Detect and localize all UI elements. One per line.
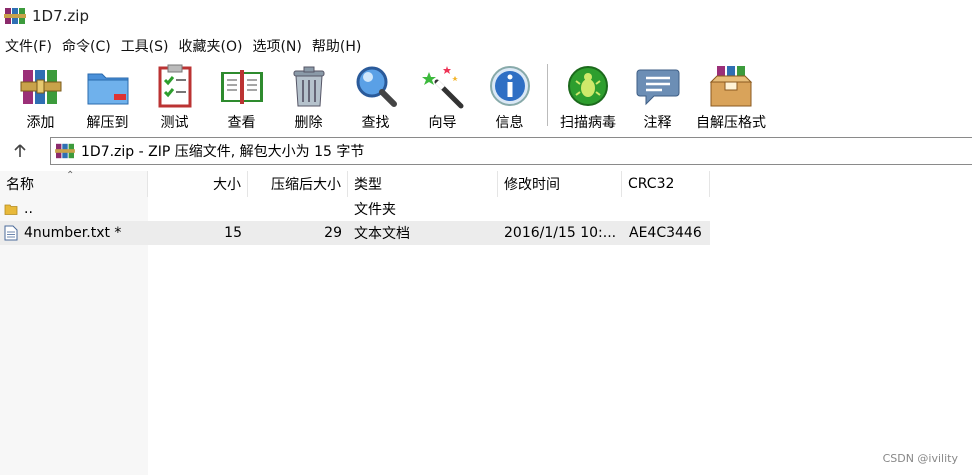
scan-virus-button[interactable]: 扫描病毒: [552, 58, 624, 134]
comment-button[interactable]: 注释: [624, 58, 691, 134]
column-header-modified-label: 修改时间: [504, 177, 560, 193]
sfx-button[interactable]: 自解压格式: [691, 58, 771, 134]
item-crc32: AE4C3446: [629, 225, 702, 241]
window-title: 1D7.zip: [32, 7, 89, 25]
folder-extract-icon: [87, 73, 128, 105]
item-packed-size: 29: [324, 225, 342, 241]
folder-icon: [4, 197, 18, 221]
wizard-label: 向导: [428, 115, 457, 131]
sfx-label: 自解压格式: [696, 115, 766, 131]
comment-label: 注释: [643, 115, 672, 131]
item-name: 4number.txt *: [24, 225, 122, 241]
find-label: 查找: [361, 115, 390, 131]
item-type: 文件夹: [354, 202, 396, 218]
toolbar-separator: [547, 64, 548, 126]
open-book-icon: [220, 70, 263, 104]
up-arrow-icon[interactable]: [0, 136, 40, 166]
menu-options[interactable]: 选项(N): [247, 36, 306, 56]
info-icon: [489, 66, 530, 106]
column-header-type[interactable]: 类型: [348, 171, 498, 197]
extract-to-button[interactable]: 解压到: [74, 58, 141, 134]
list-item-parent-folder[interactable]: .. 文件夹: [0, 197, 710, 221]
text-file-icon: [4, 221, 18, 245]
address-bar: 1D7.zip - ZIP 压缩文件, 解包大小为 15 字节: [0, 136, 972, 166]
item-size: 15: [224, 225, 242, 241]
menu-file[interactable]: 文件(F): [0, 36, 57, 56]
item-modified: 2016/1/15 10:...: [504, 225, 617, 241]
item-name: ..: [24, 201, 33, 217]
column-header-packed[interactable]: 压缩后大小: [248, 171, 348, 197]
file-list: 名称 ⌃ 大小 压缩后大小 类型 修改时间 CRC32 .. 文件夹 4numb…: [0, 170, 972, 475]
info-label: 信息: [495, 115, 524, 131]
column-header-size-label: 大小: [213, 177, 241, 193]
extract-to-label: 解压到: [86, 115, 129, 131]
archive-add-icon: [20, 70, 61, 104]
toolbar: 添加 解压到 测试 查看 删除 查找 向导 信息 扫描病毒 注释 自解压格式: [0, 58, 972, 134]
add-button[interactable]: 添加: [7, 58, 74, 134]
view-label: 查看: [227, 115, 256, 131]
magnifier-icon: [356, 66, 397, 107]
item-type: 文本文档: [354, 226, 410, 242]
magic-wand-icon: [421, 66, 463, 109]
test-button[interactable]: 测试: [141, 58, 208, 134]
column-header-name-label: 名称: [6, 177, 34, 193]
test-label: 测试: [160, 115, 189, 131]
clipboard-check-icon: [158, 64, 191, 108]
column-header-name[interactable]: 名称 ⌃: [0, 170, 148, 197]
virus-scan-icon: [568, 66, 608, 106]
view-button[interactable]: 查看: [208, 58, 275, 134]
column-header-modified[interactable]: 修改时间: [498, 171, 622, 197]
watermark: CSDN @ivility: [882, 452, 958, 465]
scan-virus-label: 扫描病毒: [560, 115, 616, 131]
add-label: 添加: [26, 115, 55, 131]
sort-ascending-icon: ⌃: [66, 170, 75, 181]
delete-button[interactable]: 删除: [275, 58, 342, 134]
find-button[interactable]: 查找: [342, 58, 409, 134]
menu-tools[interactable]: 工具(S): [116, 36, 174, 56]
comment-bubble-icon: [636, 69, 679, 106]
column-header-crc32-label: CRC32: [628, 176, 675, 192]
column-header-crc32[interactable]: CRC32: [622, 171, 710, 197]
menu-bar: 文件(F) 命令(C) 工具(S) 收藏夹(O) 选项(N) 帮助(H): [0, 34, 366, 58]
column-header-size[interactable]: 大小: [148, 171, 248, 197]
trash-can-icon: [293, 66, 324, 107]
list-item-file[interactable]: 4number.txt * 15 29 文本文档 2016/1/15 10:..…: [0, 221, 710, 245]
delete-label: 删除: [294, 115, 323, 131]
winrar-app-icon: [4, 6, 26, 26]
title-bar: 1D7.zip: [0, 0, 972, 32]
wizard-button[interactable]: 向导: [409, 58, 476, 134]
info-button[interactable]: 信息: [476, 58, 543, 134]
column-header-packed-label: 压缩后大小: [271, 177, 341, 193]
path-text: 1D7.zip - ZIP 压缩文件, 解包大小为 15 字节: [81, 144, 365, 160]
column-header-type-label: 类型: [354, 177, 382, 193]
menu-favorites[interactable]: 收藏夹(O): [174, 36, 248, 56]
menu-help[interactable]: 帮助(H): [307, 36, 366, 56]
sfx-box-icon: [709, 66, 753, 107]
zip-file-icon: [55, 142, 75, 160]
path-field[interactable]: 1D7.zip - ZIP 压缩文件, 解包大小为 15 字节: [50, 137, 972, 165]
menu-command[interactable]: 命令(C): [57, 36, 116, 56]
